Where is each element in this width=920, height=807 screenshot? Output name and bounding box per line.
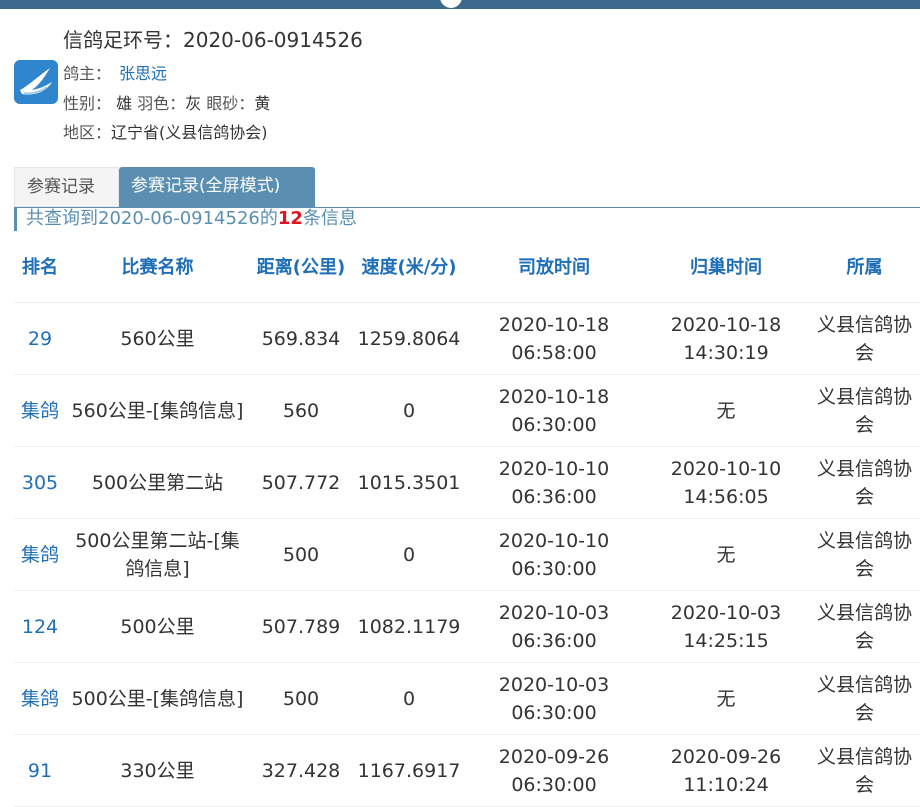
rank-cell: 91 <box>14 735 66 807</box>
race-records-table: 排名 比赛名称 距离(公里) 速度(米/分) 司放时间 归巢时间 所属 29 5… <box>14 234 920 807</box>
tab-race-records[interactable]: 参赛记录 <box>14 167 119 207</box>
race-name-cell: 500公里第二站 <box>66 447 249 519</box>
table-header-row: 排名 比赛名称 距离(公里) 速度(米/分) 司放时间 归巢时间 所属 <box>14 234 920 303</box>
arrival-time-cell: 2020-09-26 11:10:24 <box>643 735 809 807</box>
table-row[interactable]: 124 500公里 507.789 1082.1179 2020-10-03 0… <box>14 591 920 663</box>
organization-cell: 义县信鸽协会 <box>809 735 920 807</box>
rank-cell: 集鸽 <box>14 375 66 447</box>
ring-number-title: 信鸽足环号：2020-06-0914526 <box>63 24 363 53</box>
column-header-organization: 所属 <box>809 234 920 303</box>
release-time-cell: 2020-10-18 06:58:00 <box>465 303 643 375</box>
arrival-time-cell: 2020-10-10 14:56:05 <box>643 447 809 519</box>
release-time-cell: 2020-10-10 06:30:00 <box>465 519 643 591</box>
rank-cell: 29 <box>14 303 66 375</box>
eye-label: 眼砂： <box>206 94 255 113</box>
column-header-release-time: 司放时间 <box>465 234 643 303</box>
region-value: 辽宁省(义县信鸽协会) <box>111 123 268 142</box>
distance-cell: 560 <box>249 375 353 447</box>
color-label: 羽色： <box>137 94 186 113</box>
organization-cell: 义县信鸽协会 <box>809 447 920 519</box>
distance-cell: 507.789 <box>249 591 353 663</box>
speed-cell: 0 <box>353 519 465 591</box>
distance-cell: 500 <box>249 663 353 735</box>
eye-value: 黄 <box>254 94 271 113</box>
owner-line: 鸽主： 张思远 <box>63 60 167 84</box>
organization-cell: 义县信鸽协会 <box>809 591 920 663</box>
race-name-cell: 500公里第二站-[集鸽信息] <box>66 519 249 591</box>
speed-cell: 0 <box>353 663 465 735</box>
column-header-speed: 速度(米/分) <box>353 234 465 303</box>
distance-cell: 569.834 <box>249 303 353 375</box>
organization-cell: 义县信鸽协会 <box>809 303 920 375</box>
tab-race-records-fullscreen[interactable]: 参赛记录(全屏模式) <box>119 167 315 207</box>
sex-label: 性别： <box>63 94 112 113</box>
speed-cell: 1259.8064 <box>353 303 465 375</box>
rank-cell: 集鸽 <box>14 519 66 591</box>
color-value: 灰 <box>185 94 202 113</box>
attributes-line: 性别： 雄 羽色：灰 眼砂：黄 <box>63 90 270 114</box>
arrival-time-cell: 2020-10-18 14:30:19 <box>643 303 809 375</box>
release-time-cell: 2020-10-03 06:36:00 <box>465 591 643 663</box>
region-label: 地区： <box>63 123 112 142</box>
pigeon-info-header: 信鸽足环号：2020-06-0914526 鸽主： 张思远 性别： 雄 羽色：灰 … <box>0 0 920 160</box>
column-header-arrival-time: 归巢时间 <box>643 234 809 303</box>
race-name-cell: 500公里-[集鸽信息] <box>66 663 249 735</box>
column-header-race-name: 比赛名称 <box>66 234 249 303</box>
arrival-time-cell: 无 <box>643 663 809 735</box>
speed-cell: 1015.3501 <box>353 447 465 519</box>
ring-label: 信鸽足环号： <box>63 28 183 52</box>
table-row[interactable]: 集鸽 560公里-[集鸽信息] 560 0 2020-10-18 06:30:0… <box>14 375 920 447</box>
column-header-rank: 排名 <box>14 234 66 303</box>
organization-cell: 义县信鸽协会 <box>809 663 920 735</box>
table-row[interactable]: 91 330公里 327.428 1167.6917 2020-09-26 06… <box>14 735 920 807</box>
query-result-summary: 共查询到2020-06-0914526的12条信息 <box>14 207 920 231</box>
owner-name-link[interactable]: 张思远 <box>119 64 167 83</box>
release-time-cell: 2020-09-26 06:30:00 <box>465 735 643 807</box>
table-row[interactable]: 29 560公里 569.834 1259.8064 2020-10-18 06… <box>14 303 920 375</box>
sex-value: 雄 <box>116 94 133 113</box>
release-time-cell: 2020-10-03 06:30:00 <box>465 663 643 735</box>
speed-cell: 0 <box>353 375 465 447</box>
owner-label: 鸽主： <box>63 64 112 83</box>
query-suffix: 条信息 <box>302 208 357 229</box>
arrival-time-cell: 无 <box>643 375 809 447</box>
distance-cell: 507.772 <box>249 447 353 519</box>
rank-cell: 集鸽 <box>14 663 66 735</box>
distance-cell: 500 <box>249 519 353 591</box>
speed-cell: 1082.1179 <box>353 591 465 663</box>
race-name-cell: 560公里-[集鸽信息] <box>66 375 249 447</box>
race-name-cell: 500公里 <box>66 591 249 663</box>
table-row[interactable]: 集鸽 500公里第二站-[集鸽信息] 500 0 2020-10-10 06:3… <box>14 519 920 591</box>
distance-cell: 327.428 <box>249 735 353 807</box>
race-name-cell: 560公里 <box>66 303 249 375</box>
race-name-cell: 330公里 <box>66 735 249 807</box>
rank-cell: 305 <box>14 447 66 519</box>
column-header-distance: 距离(公里) <box>249 234 353 303</box>
query-prefix: 共查询到2020-06-0914526的 <box>26 208 278 229</box>
table-row[interactable]: 集鸽 500公里-[集鸽信息] 500 0 2020-10-03 06:30:0… <box>14 663 920 735</box>
ring-number: 2020-06-0914526 <box>183 28 363 52</box>
release-time-cell: 2020-10-10 06:36:00 <box>465 447 643 519</box>
table-row[interactable]: 305 500公里第二站 507.772 1015.3501 2020-10-1… <box>14 447 920 519</box>
dove-logo-icon <box>14 60 58 104</box>
organization-cell: 义县信鸽协会 <box>809 375 920 447</box>
organization-cell: 义县信鸽协会 <box>809 519 920 591</box>
release-time-cell: 2020-10-18 06:30:00 <box>465 375 643 447</box>
arrival-time-cell: 2020-10-03 14:25:15 <box>643 591 809 663</box>
rank-cell: 124 <box>14 591 66 663</box>
speed-cell: 1167.6917 <box>353 735 465 807</box>
region-line: 地区：辽宁省(义县信鸽协会) <box>63 119 268 143</box>
query-count: 12 <box>277 208 303 229</box>
arrival-time-cell: 无 <box>643 519 809 591</box>
